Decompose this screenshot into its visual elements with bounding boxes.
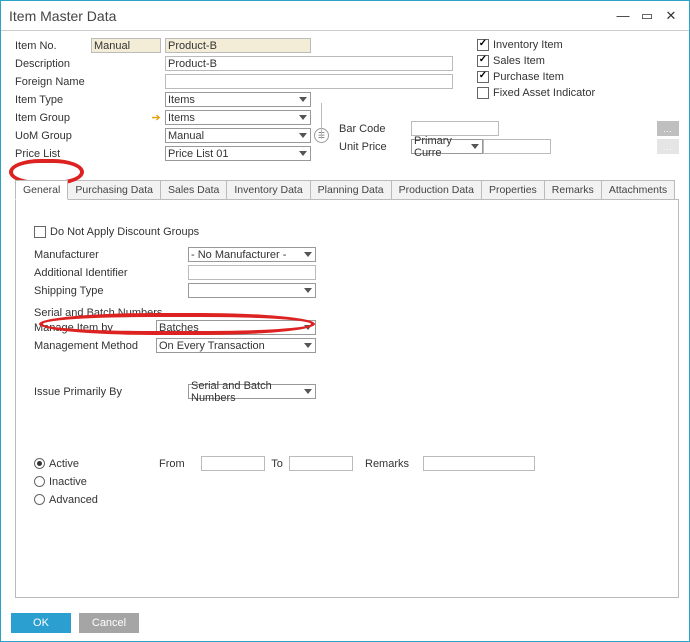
price-list-dropdown[interactable]: Price List 01 [165,146,311,161]
unit-price-currency-dropdown[interactable]: Primary Curre [411,139,483,154]
shipping-type-label: Shipping Type [34,285,188,297]
ok-button[interactable]: OK [11,613,71,633]
item-group-label: Item Group [15,112,91,124]
manage-item-by-label: Manage Item by [34,322,156,334]
additional-id-field[interactable] [188,265,316,280]
remarks-field[interactable] [423,456,535,471]
fixed-asset-label: Fixed Asset Indicator [493,87,595,99]
status-advanced-label: Advanced [49,494,98,506]
maximize-button[interactable]: ▭ [637,7,657,25]
unit-price-label: Unit Price [339,141,411,153]
cancel-button[interactable]: Cancel [79,613,139,633]
issue-primarily-label: Issue Primarily By [34,386,188,398]
foreign-name-label: Foreign Name [15,76,91,88]
status-active-label: Active [49,458,159,470]
sales-item-checkbox[interactable] [477,55,489,67]
window-controls: — ▭ ✕ [613,7,681,25]
status-advanced-radio[interactable] [34,494,45,505]
tab-general[interactable]: General [15,180,68,200]
tab-strip: General Purchasing Data Sales Data Inven… [15,180,679,200]
foreign-name-field[interactable] [165,74,453,89]
barcode-more-button[interactable]: … [657,121,679,136]
status-inactive-label: Inactive [49,476,87,488]
footer-buttons: OK Cancel [11,613,139,633]
window-title: Item Master Data [9,8,116,24]
item-type-dropdown[interactable]: Items [165,92,311,107]
from-label: From [159,458,201,470]
purchase-item-checkbox[interactable] [477,71,489,83]
issue-primarily-dropdown[interactable]: Serial and Batch Numbers [188,384,316,399]
tab-properties[interactable]: Properties [481,180,545,199]
description-label: Description [15,58,91,70]
tab-planning-data[interactable]: Planning Data [310,180,392,199]
item-no-field[interactable]: Product-B [165,38,311,53]
no-discount-checkbox[interactable] [34,226,46,238]
item-no-mode[interactable]: Manual [91,38,161,53]
additional-id-label: Additional Identifier [34,267,188,279]
item-no-label: Item No. [15,40,91,52]
close-button[interactable]: ✕ [661,7,681,25]
to-field[interactable] [289,456,353,471]
minimize-button[interactable]: — [613,7,633,25]
tab-production-data[interactable]: Production Data [391,180,482,199]
no-discount-label: Do Not Apply Discount Groups [50,226,199,238]
fixed-asset-checkbox[interactable] [477,87,489,99]
tab-purchasing-data[interactable]: Purchasing Data [67,180,161,199]
remarks-label: Remarks [365,458,423,470]
general-tab-panel: Do Not Apply Discount Groups Manufacture… [15,200,679,598]
manage-item-by-dropdown[interactable]: Batches [156,320,316,335]
inventory-item-checkbox[interactable] [477,39,489,51]
shipping-type-dropdown[interactable] [188,283,316,298]
item-flags: Inventory Item Sales Item Purchase Item … [477,37,677,101]
status-active-radio[interactable] [34,458,45,469]
to-label: To [265,458,289,470]
management-method-label: Management Method [34,340,156,352]
unit-price-more-button: … [657,139,679,154]
drill-arrow-icon[interactable]: ➔ [149,112,163,123]
description-field[interactable]: Product-B [165,56,453,71]
manufacturer-label: Manufacturer [34,249,188,261]
header-form: Item No. Manual Product-B Description Pr… [1,31,689,598]
uom-group-dropdown[interactable]: Manual [165,128,311,143]
tab-remarks[interactable]: Remarks [544,180,602,199]
tab-attachments[interactable]: Attachments [601,180,675,199]
purchase-item-label: Purchase Item [493,71,564,83]
sales-item-label: Sales Item [493,55,545,67]
divider [321,103,322,139]
uom-group-label: UoM Group [15,130,91,142]
tab-inventory-data[interactable]: Inventory Data [226,180,310,199]
titlebar: Item Master Data — ▭ ✕ [1,1,689,31]
item-master-window: Item Master Data — ▭ ✕ Item No. Manual P… [0,0,690,642]
from-field[interactable] [201,456,265,471]
serial-batch-heading: Serial and Batch Numbers [34,307,660,319]
inventory-item-label: Inventory Item [493,39,563,51]
management-method-dropdown[interactable]: On Every Transaction [156,338,316,353]
manufacturer-dropdown[interactable]: - No Manufacturer - [188,247,316,262]
item-group-dropdown[interactable]: Items [165,110,311,125]
item-type-label: Item Type [15,94,91,106]
price-list-label: Price List [15,148,91,160]
barcode-label: Bar Code [339,123,411,135]
unit-price-field[interactable] [483,139,551,154]
status-inactive-radio[interactable] [34,476,45,487]
tab-sales-data[interactable]: Sales Data [160,180,227,199]
